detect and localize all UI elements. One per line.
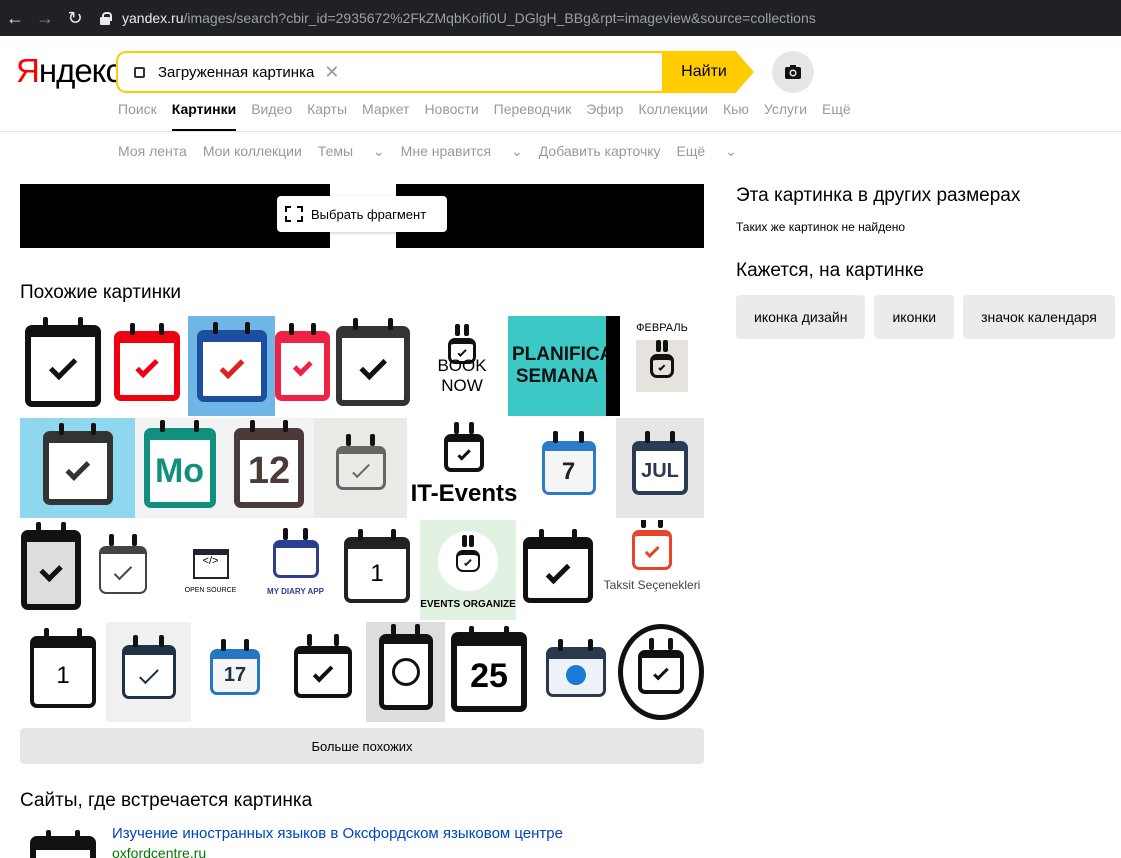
- similar-image[interactable]: JUL: [616, 418, 704, 518]
- service-maps[interactable]: Карты: [307, 101, 347, 117]
- similar-image[interactable]: [275, 316, 330, 416]
- subnav-my-collections[interactable]: Мои коллекции: [203, 143, 302, 160]
- site-host[interactable]: oxfordcentre.ru: [112, 845, 206, 858]
- image-icon: [134, 66, 145, 78]
- similar-image[interactable]: MY DIARY APP: [257, 520, 334, 620]
- similar-image[interactable]: [188, 316, 275, 416]
- chip-label: Загруженная картинка: [158, 63, 315, 81]
- camera-icon[interactable]: [772, 51, 814, 93]
- forward-icon[interactable]: →: [30, 0, 60, 36]
- url-path: /images/search?cbir_id=2935672%2FkZMqbKo…: [183, 10, 816, 26]
- other-sizes-title: Эта картинка в других размерах: [736, 185, 1021, 206]
- tag-button[interactable]: иконки: [874, 295, 955, 339]
- url-host: yandex.ru: [122, 10, 184, 26]
- subnav-liked[interactable]: Мне нравится ⌄: [401, 143, 523, 160]
- similar-image[interactable]: 7: [521, 418, 616, 518]
- similar-image[interactable]: Mo: [135, 418, 224, 518]
- similar-image[interactable]: [314, 418, 407, 518]
- site-link[interactable]: Изучение иностранных языков в Оксфордско…: [112, 825, 563, 842]
- reload-icon[interactable]: ↻: [60, 0, 90, 36]
- similar-image[interactable]: 25: [445, 622, 533, 722]
- similar-image[interactable]: BOOK NOW: [416, 316, 508, 416]
- similar-image[interactable]: [82, 520, 164, 620]
- similar-image[interactable]: [330, 316, 416, 416]
- service-images[interactable]: Картинки: [171, 101, 237, 131]
- service-more[interactable]: Ещё: [822, 101, 851, 117]
- similar-image[interactable]: Taksit Seçenekleri: [600, 520, 704, 620]
- uploaded-image-chip[interactable]: Загруженная картинка ✕: [134, 62, 339, 83]
- similar-image[interactable]: 1: [334, 520, 420, 620]
- similar-image[interactable]: IT-Events: [407, 418, 521, 518]
- sites-title: Сайты, где встречается картинка: [20, 790, 313, 811]
- search-button[interactable]: Найти: [662, 51, 754, 93]
- other-sizes-status: Таких же картинок не найдено: [736, 220, 906, 234]
- subnav-more[interactable]: Ещё ⌄: [677, 143, 737, 160]
- grid-row: </> OPEN SOURCE MY DIARY APP 1 EVENTS ORG…: [20, 520, 704, 620]
- similar-image[interactable]: 17: [191, 622, 279, 722]
- subnav-add-card[interactable]: Добавить карточку: [539, 143, 661, 160]
- service-uslugi[interactable]: Услуги: [764, 101, 807, 117]
- service-market[interactable]: Маркет: [362, 101, 409, 117]
- similar-image[interactable]: PLANIFICAD SEMANA: [508, 316, 606, 416]
- service-search[interactable]: Поиск: [118, 101, 157, 117]
- address-bar[interactable]: yandex.ru/images/search?cbir_id=2935672%…: [98, 5, 1098, 31]
- search-input[interactable]: Загруженная картинка ✕: [116, 51, 662, 93]
- similar-image[interactable]: [20, 316, 106, 416]
- similar-image[interactable]: [533, 622, 618, 722]
- service-q[interactable]: Кью: [723, 101, 749, 117]
- similar-images-title: Похожие картинки: [20, 282, 181, 303]
- grid-row: 1 17 25: [20, 622, 704, 722]
- tags-list: иконка дизайн иконки значок календаря: [736, 295, 1121, 339]
- grid-row: Mo 12 IT-Events 7 JUL: [20, 418, 704, 518]
- tags-title: Кажется, на картинке: [736, 260, 924, 281]
- similar-image[interactable]: [279, 622, 366, 722]
- similar-image[interactable]: EVENTS ORGANIZE: [420, 520, 516, 620]
- divider: [0, 131, 1121, 132]
- similar-image[interactable]: [516, 520, 600, 620]
- subnav-my-feed[interactable]: Моя лента: [118, 143, 187, 160]
- subnav-themes[interactable]: Темы ⌄: [318, 143, 385, 160]
- similar-images-grid: BOOK NOW PLANIFICAD SEMANA ФЕВРАЛЬ Mo 12…: [20, 316, 704, 724]
- grid-row: BOOK NOW PLANIFICAD SEMANA ФЕВРАЛЬ: [20, 316, 704, 416]
- more-similar-button[interactable]: Больше похожих: [20, 728, 704, 764]
- browser-toolbar: ← → ↻ yandex.ru/images/search?cbir_id=29…: [0, 0, 1121, 36]
- select-fragment-button[interactable]: Выбрать фрагмент: [277, 196, 447, 232]
- site-thumbnail[interactable]: [26, 826, 102, 858]
- service-video[interactable]: Видео: [251, 101, 292, 117]
- tag-button[interactable]: иконка дизайн: [736, 295, 866, 339]
- service-efir[interactable]: Эфир: [586, 101, 623, 117]
- similar-image[interactable]: [20, 520, 82, 620]
- similar-image[interactable]: [366, 622, 445, 722]
- close-icon[interactable]: ✕: [324, 62, 339, 83]
- similar-image[interactable]: [618, 622, 704, 722]
- service-news[interactable]: Новости: [424, 101, 478, 117]
- similar-image[interactable]: [20, 418, 135, 518]
- back-icon[interactable]: ←: [0, 0, 30, 36]
- service-translator[interactable]: Переводчик: [494, 101, 572, 117]
- similar-image[interactable]: </> OPEN SOURCE: [164, 520, 257, 620]
- collections-subnav: Моя лента Мои коллекции Темы ⌄ Мне нрави…: [118, 143, 753, 160]
- similar-image[interactable]: ФЕВРАЛЬ: [606, 316, 704, 416]
- similar-image[interactable]: [106, 622, 191, 722]
- similar-image[interactable]: 1: [20, 622, 106, 722]
- service-collections[interactable]: Коллекции: [638, 101, 708, 117]
- crop-icon: [285, 206, 303, 222]
- similar-image[interactable]: [106, 316, 188, 416]
- yandex-logo[interactable]: Яндекс: [16, 52, 122, 90]
- tag-button[interactable]: значок календаря: [963, 295, 1115, 339]
- lock-icon: [98, 11, 112, 25]
- services-nav: Поиск Картинки Видео Карты Маркет Новост…: [118, 101, 866, 131]
- similar-image[interactable]: 12: [224, 418, 314, 518]
